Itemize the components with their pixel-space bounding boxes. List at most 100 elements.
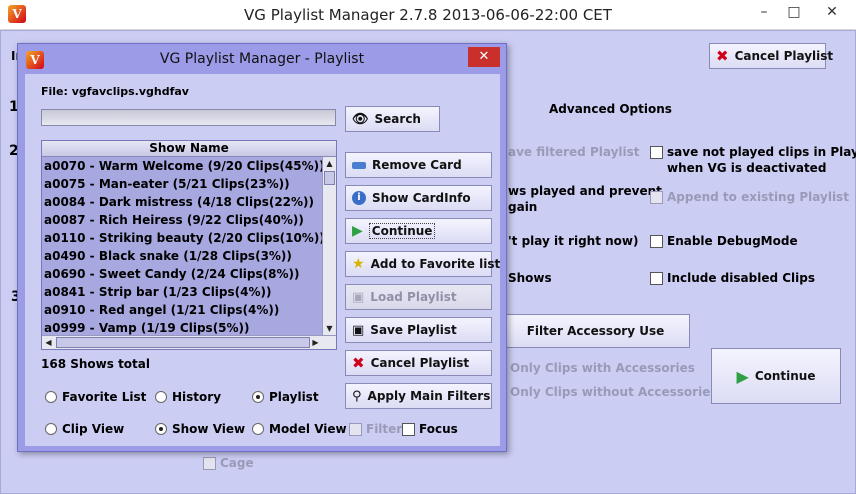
shows-played-label: ws played and prevent: [508, 184, 662, 198]
load-playlist-label: Load Playlist: [370, 290, 457, 304]
append-existing-checkbox[interactable]: [650, 191, 663, 204]
playlist-label: Playlist: [269, 390, 319, 404]
append-existing-label: Append to existing Playlist: [667, 190, 849, 204]
main-continue-label: Continue: [754, 369, 816, 383]
save-not-played-label: save not played clips in Playlist: [667, 145, 856, 159]
shows-label: Shows: [508, 271, 552, 285]
playlist-dialog: V VG Playlist Manager - Playlist ✕ File:…: [17, 43, 507, 452]
focus-label: Focus: [419, 422, 458, 436]
apply-filters-button[interactable]: ⚲ Apply Main Filters: [345, 383, 492, 409]
maximize-icon[interactable]: □: [780, 0, 808, 26]
main-continue-button[interactable]: ▶ Continue: [711, 348, 841, 404]
scroll-left-icon[interactable]: ◀: [42, 336, 55, 349]
filter-accessory-button[interactable]: Filter Accessory Use: [501, 314, 690, 348]
save-filtered-label: ave filtered Playlist: [508, 145, 640, 159]
filter-accessory-label: Filter Accessory Use: [526, 324, 665, 338]
main-title-bar: V VG Playlist Manager 2.7.8 2013-06-06-2…: [0, 0, 856, 30]
list-column-header[interactable]: Show Name: [42, 141, 336, 157]
file-label: File: vgfavclips.vghdfav: [41, 85, 189, 98]
list-item[interactable]: a0690 - Sweet Candy (2/24 Clips(8%)): [42, 265, 336, 283]
minimize-icon[interactable]: –: [750, 0, 778, 26]
list-item[interactable]: a0910 - Red angel (1/21 Clips(4%)): [42, 301, 336, 319]
dialog-cancel-playlist-label: Cancel Playlist: [370, 356, 470, 370]
remove-card-label: Remove Card: [372, 158, 462, 172]
history-radio[interactable]: [155, 391, 167, 403]
search-button[interactable]: 👁 Search: [345, 106, 440, 132]
add-favorite-label: Add to Favorite list: [370, 257, 501, 271]
only-without-accessories-label: Only Clips without Accessories: [510, 385, 718, 399]
main-close-icon[interactable]: ✕: [818, 0, 846, 26]
clip-view-radio[interactable]: [45, 423, 57, 435]
apply-filters-label: Apply Main Filters: [367, 389, 491, 403]
dialog-continue-label: Continue: [368, 223, 436, 239]
list-item[interactable]: a0070 - Warm Welcome (9/20 Clips(45%)): [42, 157, 336, 175]
enable-debug-label: Enable DebugMode: [667, 234, 798, 248]
list-item[interactable]: a0084 - Dark mistress (4/18 Clips(22%)): [42, 193, 336, 211]
save-playlist-button[interactable]: ▣ Save Playlist: [345, 317, 492, 343]
scroll-down-icon[interactable]: ▼: [323, 322, 336, 335]
minus-icon: [352, 161, 366, 169]
favorite-list-label: Favorite List: [62, 390, 147, 404]
cancel-x-icon: ✖: [716, 47, 729, 65]
dialog-close-button[interactable]: ✕: [468, 47, 500, 67]
dialog-title: VG Playlist Manager - Playlist: [159, 51, 365, 67]
vertical-scroll-thumb[interactable]: [324, 171, 335, 185]
list-rows: a0070 - Warm Welcome (9/20 Clips(45%)) a0…: [42, 157, 336, 337]
shows-played-label-line2: gain: [508, 200, 538, 214]
focus-checkbox[interactable]: [402, 423, 415, 436]
info-icon: i: [352, 191, 366, 205]
load-playlist-button[interactable]: ▣ Load Playlist: [345, 284, 492, 310]
filter-checkbox[interactable]: [349, 423, 362, 436]
vertical-scrollbar[interactable]: ▲ ▼: [322, 157, 336, 335]
add-favorite-button[interactable]: ★ Add to Favorite list: [345, 251, 500, 277]
list-item[interactable]: a0490 - Black snake (1/28 Clips(3%)): [42, 247, 336, 265]
search-input[interactable]: [41, 109, 336, 126]
star-add-icon: ★: [352, 256, 365, 272]
save-playlist-label: Save Playlist: [370, 323, 457, 337]
list-item[interactable]: a0087 - Rich Heiress (9/22 Clips(40%)): [42, 211, 336, 229]
playlist-radio[interactable]: [252, 391, 264, 403]
history-label: History: [172, 390, 222, 404]
list-item[interactable]: a0075 - Man-eater (5/21 Clips(23%)): [42, 175, 336, 193]
show-cardinfo-label: Show CardInfo: [372, 191, 471, 205]
favorite-list-radio[interactable]: [45, 391, 57, 403]
filter-funnel-icon: ⚲: [352, 388, 362, 404]
main-cancel-playlist-button[interactable]: ✖ Cancel Playlist: [709, 43, 833, 69]
advanced-options-label: Advanced Options: [549, 102, 672, 116]
load-icon: ▣: [352, 289, 365, 305]
cancel-x-icon: ✖: [352, 354, 365, 372]
filter-label: Filter: [366, 422, 403, 436]
dialog-cancel-playlist-button[interactable]: ✖ Cancel Playlist: [345, 350, 492, 376]
dialog-continue-button[interactable]: ▶ Continue: [345, 218, 492, 244]
main-cancel-playlist-label: Cancel Playlist: [734, 49, 834, 63]
cage-checkbox[interactable]: [203, 457, 216, 470]
save-not-played-checkbox[interactable]: [650, 146, 663, 159]
save-not-played-label-line2: when VG is deactivated: [667, 161, 827, 175]
scroll-up-icon[interactable]: ▲: [323, 157, 336, 170]
include-disabled-checkbox[interactable]: [650, 272, 663, 285]
play-right-now-label: 't play it right now): [508, 234, 639, 248]
show-list[interactable]: Show Name a0070 - Warm Welcome (9/20 Cli…: [41, 140, 337, 350]
remove-card-button[interactable]: Remove Card: [345, 152, 492, 178]
binoculars-icon: 👁: [352, 111, 369, 127]
include-disabled-label: Include disabled Clips: [667, 271, 816, 285]
cage-label: Cage: [220, 456, 254, 470]
main-window-title: VG Playlist Manager 2.7.8 2013-06-06-22:…: [244, 6, 612, 24]
list-item[interactable]: a0841 - Strip bar (1/23 Clips(4%)): [42, 283, 336, 301]
save-disk-icon: ▣: [352, 322, 365, 338]
play-arrow-icon: ▶: [736, 366, 749, 386]
dialog-panel: File: vgfavclips.vghdfav 👁 Search Show N…: [25, 74, 500, 446]
show-view-radio[interactable]: [155, 423, 167, 435]
horizontal-scroll-thumb[interactable]: [56, 337, 310, 348]
clip-view-label: Clip View: [62, 422, 125, 436]
horizontal-scrollbar[interactable]: ◀ ▶: [42, 335, 336, 349]
model-view-radio[interactable]: [252, 423, 264, 435]
list-item[interactable]: a0110 - Striking beauty (2/20 Clips(10%)…: [42, 229, 336, 247]
scroll-right-icon[interactable]: ▶: [309, 336, 322, 349]
show-view-label: Show View: [172, 422, 246, 436]
enable-debug-checkbox[interactable]: [650, 235, 663, 248]
show-cardinfo-button[interactable]: i Show CardInfo: [345, 185, 492, 211]
model-view-label: Model View: [269, 422, 347, 436]
play-arrow-icon: ▶: [352, 223, 363, 239]
shows-total-label: 168 Shows total: [41, 357, 150, 371]
